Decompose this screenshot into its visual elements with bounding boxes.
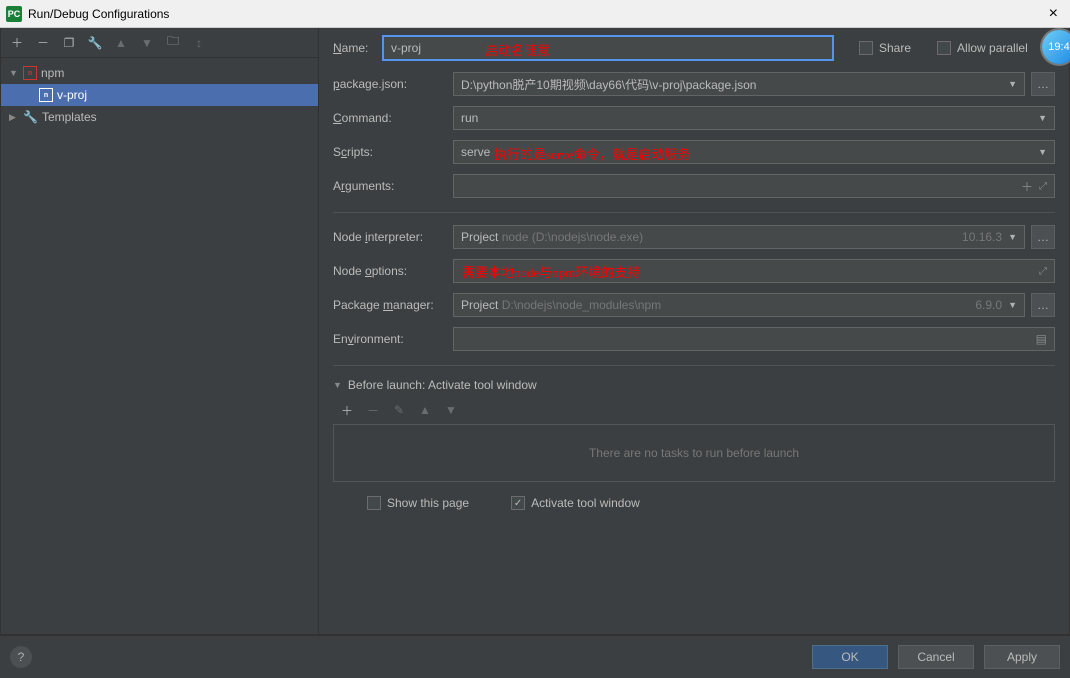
copy-icon[interactable]: ❐ [61,35,77,51]
task-toolbar: ＋ － ✎ ▲ ▼ [333,400,1055,420]
environment-label: Environment: [333,332,453,346]
tree-item-templates[interactable]: ▶ 🔧 Templates [1,106,318,128]
chevron-right-icon: ▶ [9,112,19,123]
help-icon[interactable]: ? [10,646,32,668]
up-icon: ▲ [417,402,433,418]
checkbox-icon: ✓ [511,496,525,510]
cancel-button[interactable]: Cancel [898,645,974,669]
chevron-down-icon: ▼ [1038,147,1047,157]
ok-button[interactable]: OK [812,645,888,669]
parallel-checkbox[interactable]: Allow parallel [937,41,1028,55]
environment-input[interactable]: ▤ [453,327,1055,351]
sort-icon: ↕ [191,35,207,51]
tree-toolbar: ＋ － ❐ 🔧 ▲ ▼ 🗀 ↕ [1,28,318,58]
name-label: Name: [333,41,383,55]
up-icon: ▲ [113,35,129,51]
node-interpreter-select[interactable]: Project node (D:\nodejs\node.exe) 10.16.… [453,225,1025,249]
folder-icon[interactable]: 🗀 [165,35,181,51]
close-icon[interactable]: × [1043,5,1064,23]
chevron-down-icon: ▼ [9,68,19,78]
name-input[interactable]: v-proj [383,36,833,60]
command-label: Command: [333,111,453,125]
remove-icon[interactable]: － [35,35,51,51]
chevron-down-icon: ▼ [1008,79,1017,89]
browse-button[interactable]: … [1031,72,1055,96]
config-tree: ▼ n npm n v-proj ▶ 🔧 Templates [1,58,318,132]
plus-icon[interactable]: ＋ [1021,178,1033,195]
tree-item-vproj[interactable]: n v-proj [1,84,318,106]
expand-icon[interactable]: ⤢ [1039,181,1047,192]
npm-icon: n [39,88,53,102]
chevron-down-icon: ▼ [333,380,342,390]
window-title: Run/Debug Configurations [28,7,169,21]
arguments-label: Arguments: [333,179,453,193]
add-icon[interactable]: ＋ [9,35,25,51]
tree-label: Templates [42,110,97,124]
node-interpreter-label: Node interpreter: [333,230,453,244]
down-icon: ▼ [139,35,155,51]
before-launch-header[interactable]: ▼ Before launch: Activate tool window [333,378,1055,392]
browse-button[interactable]: … [1031,293,1055,317]
list-icon[interactable]: ▤ [1036,332,1047,346]
apply-button[interactable]: Apply [984,645,1060,669]
tree-item-npm[interactable]: ▼ n npm [1,62,318,84]
scripts-label: Scripts: [333,145,453,159]
package-manager-select[interactable]: Project D:\nodejs\node_modules\npm 6.9.0… [453,293,1025,317]
package-manager-label: Package manager: [333,298,453,312]
tasks-list: There are no tasks to run before launch [333,424,1055,482]
clock-badge: 19:4 [1042,30,1070,64]
dialog-footer: ? OK Cancel Apply [0,635,1070,677]
config-form: Name: v-proj Share Allow parallel packag… [319,28,1069,634]
wrench-icon[interactable]: 🔧 [87,35,103,51]
package-json-input[interactable]: D:\python脱产10期视频\day66\代码\v-proj\package… [453,72,1025,96]
app-icon: PC [6,6,22,22]
chevron-down-icon: ▼ [1038,113,1047,123]
npm-icon: n [23,66,37,80]
arguments-input[interactable]: ＋⤢ [453,174,1055,198]
chevron-down-icon: ▼ [1008,232,1017,242]
package-json-label: package.json: [333,77,453,91]
command-select[interactable]: run ▼ [453,106,1055,130]
config-tree-pane: ＋ － ❐ 🔧 ▲ ▼ 🗀 ↕ ▼ n npm n v-proj ▶ 🔧 Tem… [1,28,319,634]
checkbox-icon [367,496,381,510]
node-options-input[interactable]: ⤢ [453,259,1055,283]
wrench-icon: 🔧 [23,110,38,124]
title-bar: PC Run/Debug Configurations × [0,0,1070,28]
tree-label: npm [41,66,64,80]
node-options-label: Node options: [333,264,453,278]
down-icon: ▼ [443,402,459,418]
add-icon[interactable]: ＋ [339,402,355,418]
show-page-checkbox[interactable]: Show this page [367,496,469,510]
checkbox-icon [859,41,873,55]
chevron-down-icon: ▼ [1008,300,1017,310]
expand-icon[interactable]: ⤢ [1039,266,1047,277]
remove-icon: － [365,402,381,418]
checkbox-icon [937,41,951,55]
scripts-select[interactable]: serve ▼ [453,140,1055,164]
browse-button[interactable]: … [1031,225,1055,249]
tree-label: v-proj [57,88,87,102]
edit-icon: ✎ [391,402,407,418]
share-checkbox[interactable]: Share [859,41,911,55]
activate-tool-window-checkbox[interactable]: ✓ Activate tool window [511,496,640,510]
